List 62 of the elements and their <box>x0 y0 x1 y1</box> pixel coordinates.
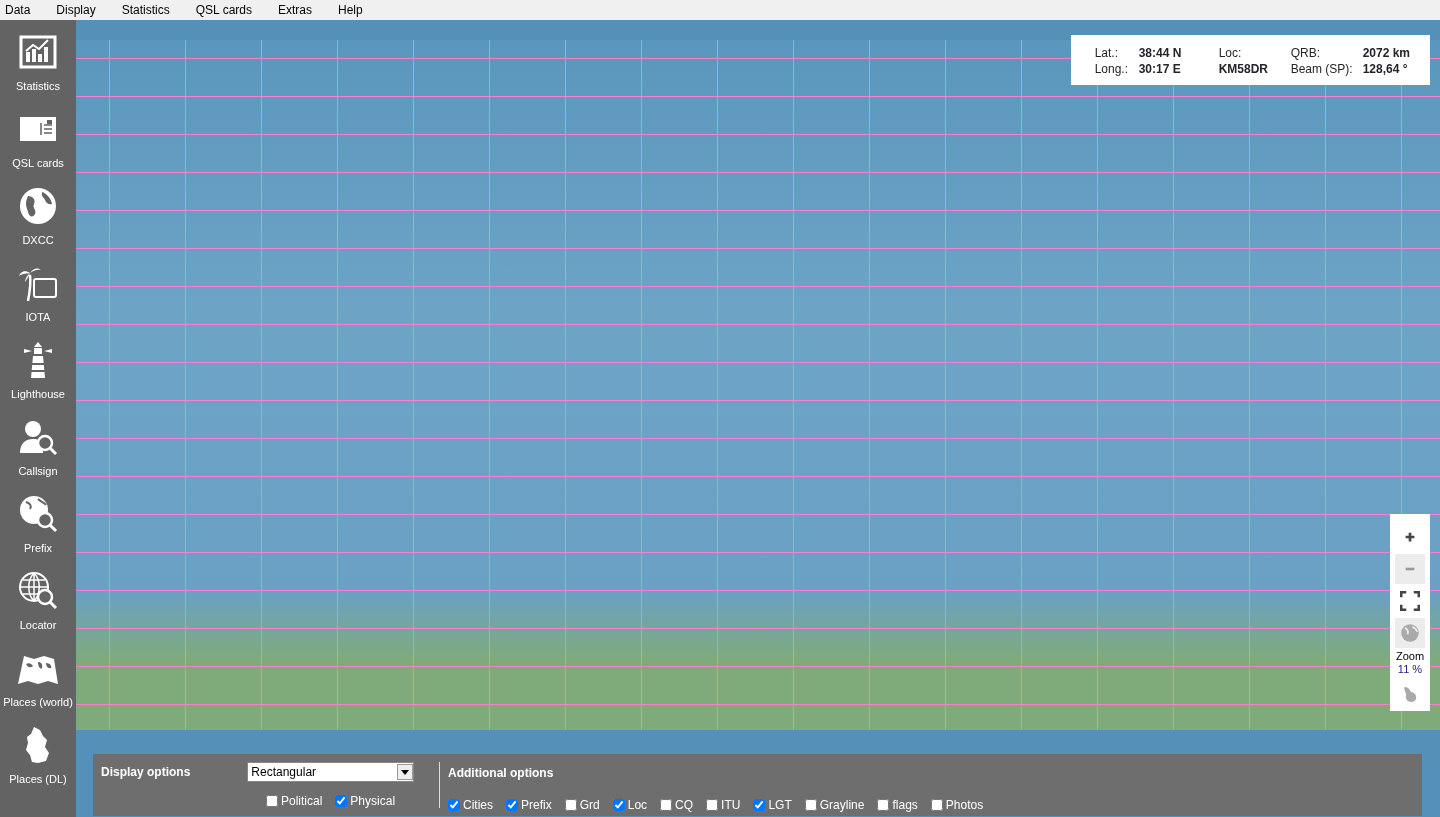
sidebar-item[interactable]: IOTA <box>18 263 58 340</box>
menu-item[interactable]: Data <box>0 1 31 19</box>
sidebar-item[interactable]: Locator <box>18 571 58 648</box>
checkbox-label: Photos <box>945 797 984 814</box>
checkbox[interactable] <box>335 795 348 807</box>
globe-icon <box>18 186 58 226</box>
projection-dropdown[interactable]: Rectangular <box>247 762 415 782</box>
checkbox-label: Cities <box>463 797 493 814</box>
checkbox[interactable] <box>804 799 817 811</box>
zoom-label: Zoom <box>1395 650 1425 663</box>
menu-item[interactable]: Help <box>333 1 363 19</box>
sidebar-item[interactable]: QSL cards <box>12 109 64 186</box>
sidebar-item[interactable]: Statistics <box>16 32 60 109</box>
checkbox-label: flags <box>892 797 918 814</box>
checkbox-label: CQ <box>675 797 694 814</box>
checkbox-label: Grayline <box>819 797 865 814</box>
additional-options-heading: Additional options <box>448 765 555 782</box>
checkbox[interactable] <box>877 799 890 811</box>
menu-item[interactable]: Display <box>51 1 96 19</box>
beam-label: Beam (SP): <box>1290 61 1354 77</box>
checkbox-label: Political <box>281 793 323 810</box>
latitude-value: 38:44 N <box>1138 45 1183 61</box>
checkbox[interactable] <box>564 799 577 811</box>
checkbox-label: Loc <box>627 797 648 814</box>
globe-icon <box>1400 623 1420 643</box>
sidebar-item[interactable]: Lighthouse <box>11 340 65 417</box>
checkbox[interactable] <box>930 799 943 811</box>
checkbox-label: Grd <box>579 797 600 814</box>
plus-icon <box>1403 530 1417 544</box>
caret-icon <box>397 764 414 780</box>
locator-label: Loc: <box>1218 45 1243 61</box>
checkbox-label: Physical <box>350 793 396 810</box>
fullscreen-icon <box>1400 591 1420 611</box>
locator-value: KM58DR <box>1218 61 1269 77</box>
checkbox[interactable] <box>448 799 460 811</box>
menu-item[interactable]: Extras <box>273 1 312 19</box>
checkbox[interactable] <box>506 799 518 811</box>
qrb-value: 2072 km <box>1362 45 1410 61</box>
checkbox[interactable] <box>753 799 766 811</box>
checkbox-label: ITU <box>721 797 741 814</box>
sidebar-item[interactable]: Places (DL) <box>9 725 67 802</box>
beam-value: 128,64 ° <box>1362 61 1409 77</box>
sidebar-item[interactable]: Prefix <box>18 494 58 571</box>
grid-globe-search-icon <box>18 571 58 611</box>
checkbox-label: Prefix <box>521 797 552 814</box>
longitude-label: Long.: <box>1094 61 1129 77</box>
longitude-value: 30:17 E <box>1138 61 1182 77</box>
zoom-value: 11 % <box>1397 663 1423 676</box>
checkbox[interactable] <box>612 799 625 811</box>
globe-search-icon <box>18 494 58 534</box>
sidebar-item[interactable]: Callsign <box>18 417 58 494</box>
sidebar-item[interactable]: DXCC <box>18 186 58 263</box>
checkbox[interactable] <box>266 795 278 807</box>
menu-item[interactable]: QSL cards <box>190 1 252 19</box>
checkbox[interactable] <box>660 799 673 811</box>
display-options-heading: Display options <box>101 764 191 781</box>
qrb-label: QRB: <box>1290 45 1321 61</box>
menu-item[interactable]: Statistics <box>116 1 170 19</box>
checkbox[interactable] <box>706 799 719 811</box>
sidebar-item[interactable]: Places (world) <box>3 648 73 725</box>
latitude-label: Lat.: <box>1094 45 1119 61</box>
checkbox-label: LGT <box>768 797 792 814</box>
